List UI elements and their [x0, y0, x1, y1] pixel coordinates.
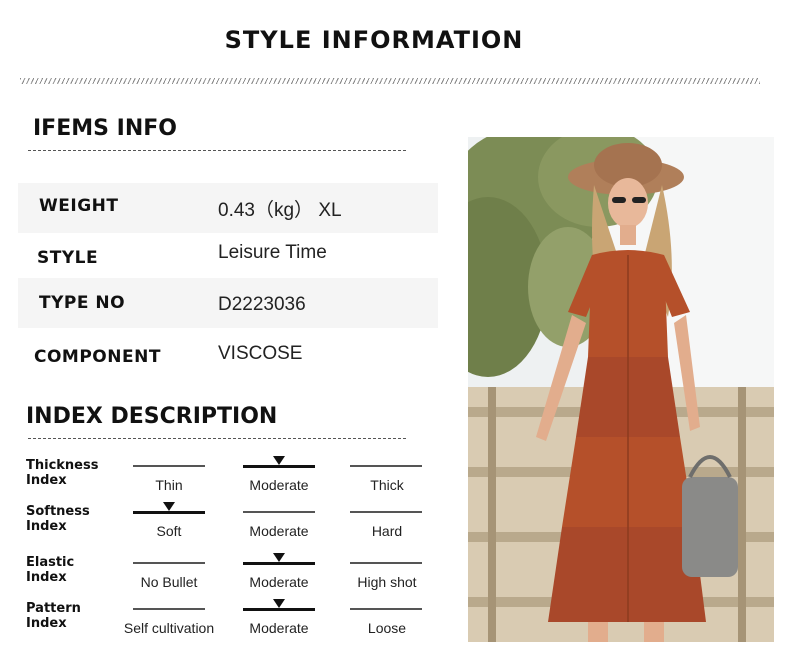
- scale-bar: [243, 599, 315, 611]
- scale-bar: [243, 553, 315, 565]
- info-label: COMPONENT: [34, 347, 161, 367]
- scale-bar: [133, 502, 205, 514]
- scale-option: High shot: [357, 574, 417, 590]
- info-row-weight: WEIGHT 0.43（kg） XL: [18, 183, 438, 233]
- scale-option: Moderate: [249, 620, 309, 636]
- scale-option: Hard: [371, 523, 403, 539]
- info-value: VISCOSE: [218, 343, 303, 364]
- index-label: Softness Index: [26, 504, 90, 534]
- product-photo-illustration: [468, 137, 774, 642]
- scale-option: Loose: [367, 620, 407, 636]
- scale-bar: [350, 511, 422, 513]
- info-label: TYPE NO: [39, 293, 126, 313]
- page-title: STYLE INFORMATION: [224, 26, 524, 54]
- scale-bar: [350, 465, 422, 467]
- index-label: Thickness Index: [26, 458, 99, 488]
- scale-option: Thick: [370, 477, 404, 493]
- header-divider: [20, 78, 760, 84]
- scale-bar: [133, 562, 205, 564]
- scale-option: No Bullet: [140, 574, 198, 590]
- selected-marker-icon: [163, 502, 175, 511]
- scale-bar: [243, 511, 315, 513]
- index-description-title: INDEX DESCRIPTION: [26, 404, 278, 429]
- info-value: Leisure Time: [218, 242, 327, 263]
- scale-bar: [133, 608, 205, 610]
- info-label: WEIGHT: [39, 196, 119, 216]
- items-info-rule: [28, 150, 406, 151]
- index-label: Elastic Index: [26, 555, 75, 585]
- scale-option: Moderate: [249, 477, 309, 493]
- scale-bar: [350, 608, 422, 610]
- info-row-type-no: TYPE NO D2223036: [18, 278, 438, 328]
- scale-option: Soft: [156, 523, 182, 539]
- info-row-component: COMPONENT VISCOSE: [18, 330, 438, 380]
- scale-bar: [350, 562, 422, 564]
- scale-option: Moderate: [249, 574, 309, 590]
- selected-marker-icon: [273, 553, 285, 562]
- product-photo: [468, 137, 774, 642]
- index-label: Pattern Index: [26, 601, 81, 631]
- info-row-style: STYLE Leisure Time: [18, 232, 438, 282]
- scale-option: Moderate: [249, 523, 309, 539]
- selected-marker-icon: [273, 599, 285, 608]
- scale-option: Thin: [155, 477, 183, 493]
- info-label: STYLE: [37, 248, 99, 268]
- scale-bar: [243, 456, 315, 468]
- scale-option: Self cultivation: [123, 620, 215, 636]
- info-value: D2223036: [218, 294, 306, 315]
- items-info-title: IFEMS INFO: [33, 116, 177, 141]
- selected-marker-icon: [273, 456, 285, 465]
- index-description-rule: [28, 438, 406, 439]
- scale-bar: [133, 465, 205, 467]
- info-value: 0.43（kg） XL: [218, 200, 342, 221]
